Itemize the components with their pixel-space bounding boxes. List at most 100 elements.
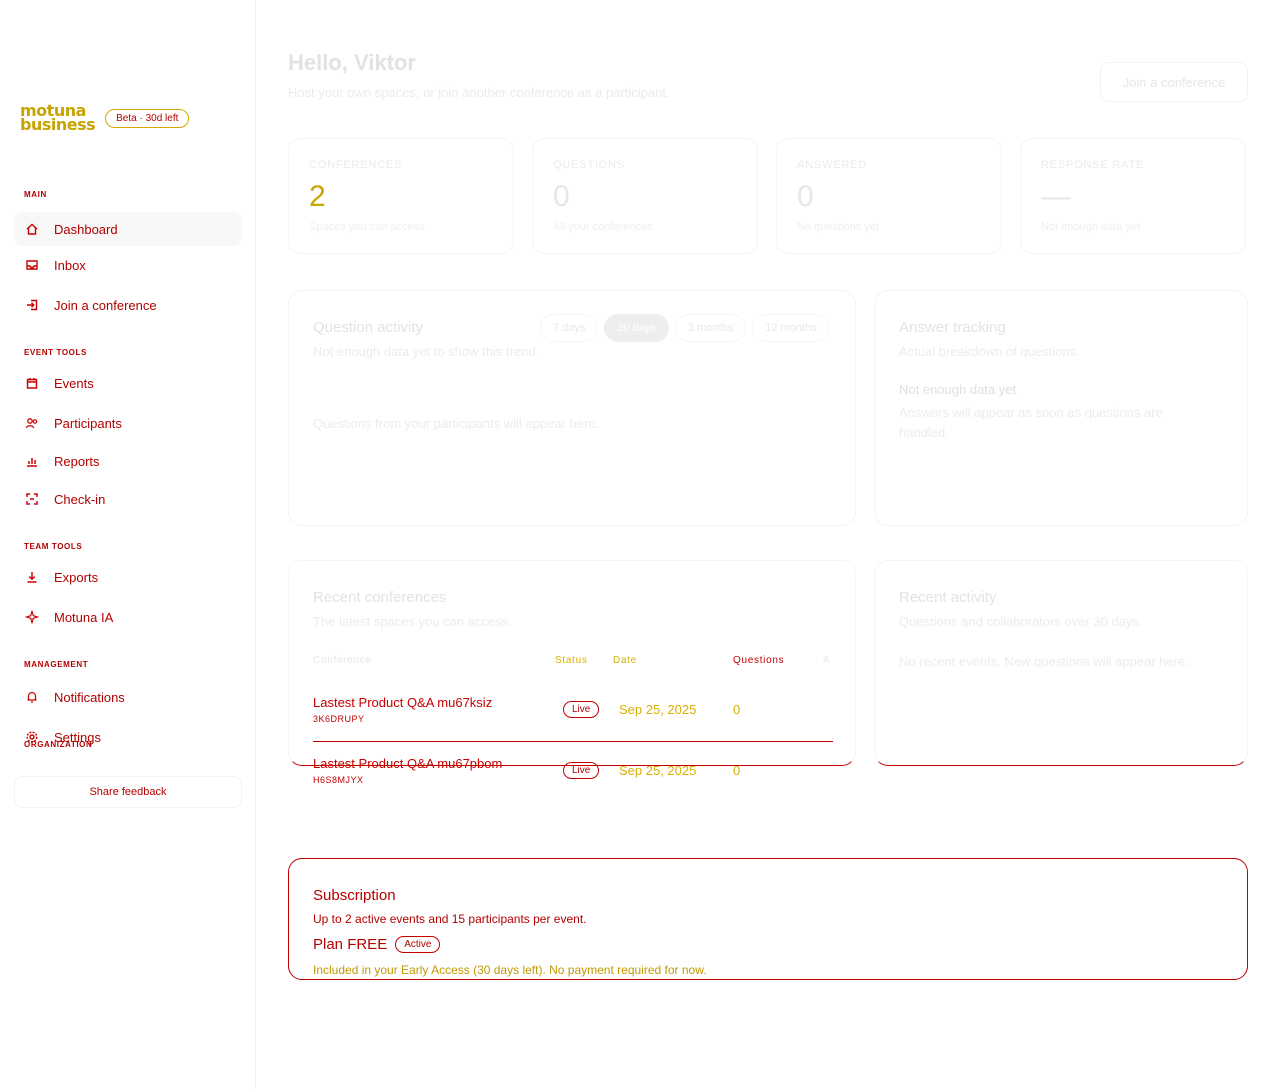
stat-caption: Not enough data yet xyxy=(1041,221,1141,233)
sidebar-item-label: Inbox xyxy=(54,257,86,273)
section-management: Management xyxy=(24,660,89,669)
sidebar-item-dashboard[interactable]: Dashboard xyxy=(14,212,242,246)
plan-status-badge: Active xyxy=(395,936,441,953)
beta-badge: Beta · 30d left xyxy=(105,108,190,128)
stat-value: 0 xyxy=(553,180,570,213)
table-header: Conference Status Date Questions A xyxy=(313,655,833,669)
tab-12-months[interactable]: 12 months xyxy=(752,314,830,342)
panel-title: Recent conferences xyxy=(313,589,447,606)
column-header: Status xyxy=(555,655,588,666)
row-divider xyxy=(313,741,833,742)
section-main: Main xyxy=(24,190,47,199)
sidebar: motuna business Beta · 30d left Main Das… xyxy=(0,0,256,1089)
sidebar-item-inbox[interactable]: Inbox xyxy=(14,248,242,282)
empty-state-title: Not enough data yet xyxy=(899,382,1017,397)
subscription-note: Included in your Early Access (30 days l… xyxy=(313,963,707,977)
download-icon xyxy=(24,569,40,585)
sidebar-item-participants[interactable]: Participants xyxy=(14,406,242,440)
sidebar-item-notifications[interactable]: Notifications xyxy=(14,680,242,714)
sidebar-item-label: Exports xyxy=(54,569,99,585)
status-badge: Live xyxy=(563,762,600,779)
column-header: A xyxy=(823,655,831,666)
column-header: Conference xyxy=(313,655,372,666)
sidebar-item-checkin[interactable]: Check-in xyxy=(14,482,242,516)
plan-row: Plan FREE Active xyxy=(313,936,1223,953)
subscription-title: Subscription xyxy=(313,887,396,904)
recent-activity-panel: Recent activity Questions and collaborat… xyxy=(874,560,1248,766)
sidebar-item-label: Motuna IA xyxy=(54,609,114,625)
join-conference-button[interactable]: Join a conference xyxy=(1100,62,1248,102)
calendar-icon xyxy=(24,375,40,391)
stat-value: — xyxy=(1041,180,1071,213)
stat-label: Answered xyxy=(797,159,867,171)
panel-subtitle: Not enough data yet to show this trend. xyxy=(313,344,540,359)
column-header: Questions xyxy=(733,655,785,666)
stat-caption: No questions yet xyxy=(797,221,879,233)
empty-state-text: Questions from your participants will ap… xyxy=(313,416,600,431)
stat-card-questions: Questions 0 All your conferences xyxy=(532,138,758,254)
sparkle-icon xyxy=(24,609,40,625)
sidebar-item-label: Reports xyxy=(54,453,100,469)
brand: motuna business Beta · 30d left xyxy=(20,103,190,133)
answer-tracking-panel: Answer tracking Actual breakdown of ques… xyxy=(874,290,1248,526)
section-team-tools: Team tools xyxy=(24,542,83,551)
sidebar-item-reports[interactable]: Reports xyxy=(14,444,242,478)
conference-date: Sep 25, 2025 xyxy=(619,702,697,717)
stat-label: Conferences xyxy=(309,159,403,171)
subscription-description: Up to 2 active events and 15 participant… xyxy=(313,912,587,926)
panel-title: Answer tracking xyxy=(899,319,1006,336)
qr-scan-icon xyxy=(24,491,40,507)
share-feedback-button[interactable]: Share feedback xyxy=(14,776,242,808)
sidebar-item-settings[interactable]: Settings xyxy=(14,720,242,754)
inbox-icon xyxy=(24,257,40,273)
bell-icon xyxy=(24,689,40,705)
sidebar-item-label: Participants xyxy=(54,415,122,431)
panel-subtitle: Questions and collaborators over 30 days… xyxy=(899,614,1143,629)
range-tabs: 7 days 30 days 3 months 12 months xyxy=(540,314,830,342)
stat-value: 2 xyxy=(309,180,326,213)
sidebar-item-label: Settings xyxy=(54,729,101,745)
page-title: Hello, Viktor xyxy=(288,50,416,75)
sidebar-item-exports[interactable]: Exports xyxy=(14,560,242,594)
tab-30-days[interactable]: 30 days xyxy=(604,314,669,342)
section-event-tools: Event tools xyxy=(24,348,87,357)
page-subtitle: Host your own spaces, or join another co… xyxy=(288,85,670,100)
dashboard-icon xyxy=(24,221,40,237)
stat-card-answered: Answered 0 No questions yet xyxy=(776,138,1002,254)
panel-subtitle: Actual breakdown of questions. xyxy=(899,344,1080,359)
sidebar-item-label: Dashboard xyxy=(54,221,118,237)
motuna-logo[interactable]: motuna business xyxy=(20,103,96,133)
stat-card-conferences: Conferences 2 Spaces you can access xyxy=(288,138,514,254)
stat-caption: Spaces you can access xyxy=(309,221,425,233)
column-header: Date xyxy=(613,655,637,666)
question-count: 0 xyxy=(733,763,741,778)
status-badge: Live xyxy=(563,701,600,718)
gear-icon xyxy=(24,729,40,745)
sidebar-item-label: Join a conference xyxy=(54,297,157,313)
question-count: 0 xyxy=(733,702,741,717)
panel-subtitle: The latest spaces you can access. xyxy=(313,614,512,629)
empty-state-text: Answers will appear as soon as questions… xyxy=(899,405,1163,440)
stat-label: Questions xyxy=(553,159,625,171)
subscription-card: Subscription Up to 2 active events and 1… xyxy=(288,858,1248,980)
enter-icon xyxy=(24,297,40,313)
chart-icon xyxy=(24,453,40,469)
stat-label: Response rate xyxy=(1041,159,1145,171)
sidebar-item-label: Check-in xyxy=(54,491,106,507)
tab-3-months[interactable]: 3 months xyxy=(674,314,747,342)
table-row[interactable]: Lastest Product Q&A mu67ksiz 3K6DRUPY Li… xyxy=(313,695,833,724)
sidebar-item-events[interactable]: Events xyxy=(14,366,242,400)
table-row[interactable]: Lastest Product Q&A mu67pbom H6S8MJYX Li… xyxy=(313,756,833,785)
sidebar-item-motuna-ia[interactable]: Motuna IA xyxy=(14,600,242,634)
sidebar-item-label: Notifications xyxy=(54,689,125,705)
conference-date: Sep 25, 2025 xyxy=(619,763,697,778)
stat-value: 0 xyxy=(797,180,814,213)
users-icon xyxy=(24,415,40,431)
panel-title: Recent activity xyxy=(899,589,997,606)
sidebar-item-label: Events xyxy=(54,375,94,391)
stat-card-response-rate: Response rate — Not enough data yet xyxy=(1020,138,1246,254)
plan-name: Plan FREE xyxy=(313,936,388,953)
stat-caption: All your conferences xyxy=(553,221,653,233)
tab-7-days[interactable]: 7 days xyxy=(540,314,599,342)
sidebar-item-join[interactable]: Join a conference xyxy=(14,288,242,322)
